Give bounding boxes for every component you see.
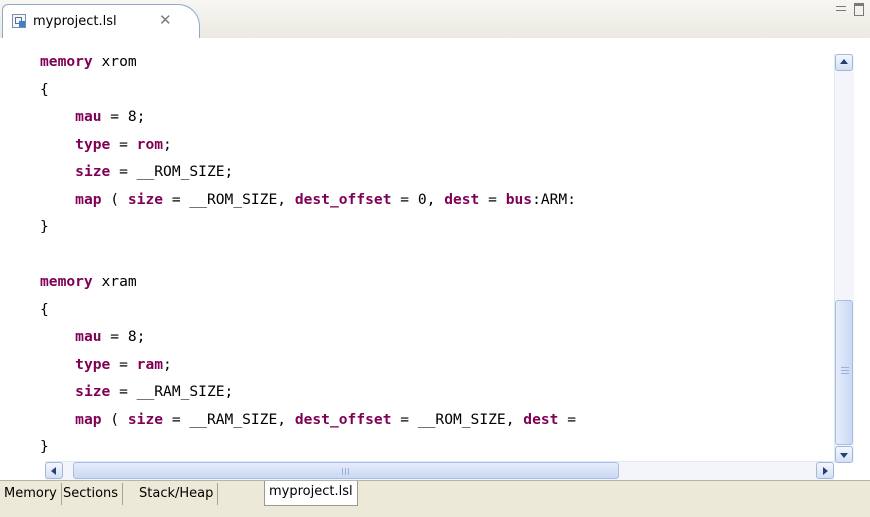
tab-memory[interactable]: Memory [0,483,62,505]
code-text: = 0, [391,190,445,208]
editor-tab-strip: myproject.lsl ✕ [0,0,870,39]
code-text: :ARM: [532,190,577,208]
code-keyword: memory [40,273,93,290]
code-text: ; [163,355,172,373]
code-text: = __RAM_SIZE, [163,410,295,428]
code-text: = 8; [101,328,146,345]
scroll-right-button[interactable] [816,462,834,479]
scroll-left-button[interactable] [45,462,63,479]
code-keyword: size [75,163,111,180]
chevron-right-icon [823,467,828,475]
code-line: } [40,213,828,241]
code-line: mau = 8; [40,103,828,131]
horizontal-scrollbar[interactable] [45,461,834,480]
code-text: } [40,438,49,455]
code-text: = __ROM_SIZE, [163,190,295,208]
code-line: type = rom; [40,131,828,159]
code-text: xrom [92,53,137,70]
code-keyword: type [75,355,111,373]
code-text: = __ROM_SIZE, [391,410,524,428]
tab-sections[interactable]: Sections [59,483,124,505]
vertical-scrollbar[interactable] [834,54,854,463]
code-keyword: size [127,410,164,428]
code-line: memory xrom [40,48,828,76]
vertical-scroll-thumb[interactable] [835,300,853,445]
scroll-up-button[interactable] [835,54,853,71]
code-keyword: bus [505,190,533,208]
code-line: map ( size = __RAM_SIZE, dest_offset = _… [40,406,828,434]
code-keyword: mau [75,108,102,125]
code-keyword: dest_offset [294,410,392,428]
code-text: { [40,80,49,98]
bottom-tab-bar: Memory Sections Stack/Heap myproject.lsl [0,480,870,517]
maximize-icon[interactable] [854,3,864,16]
chevron-down-icon [840,453,848,458]
grip-line [841,373,849,374]
code-line: memory xram [40,268,828,296]
code-line: { [40,76,828,104]
code-text: ( [101,410,128,428]
code-keyword: size [75,383,111,400]
code-keyword: dest [444,190,480,208]
grip-line [841,367,849,368]
code-keyword: mau [75,328,102,345]
tab-myproject-lsl[interactable]: myproject.lsl ✕ [2,4,200,38]
code-text: ; [163,135,172,153]
code-line: map ( size = __ROM_SIZE, dest_offset = 0… [40,186,828,214]
code-keyword: map [75,410,102,428]
code-text: = __ROM_SIZE; [110,163,234,180]
code-text: = [110,135,137,153]
code-text: { [40,300,49,318]
code-keyword: type [75,135,111,153]
code-keyword: dest [523,410,559,428]
tab-title: myproject.lsl [33,14,117,29]
code-text-area[interactable]: memory xrom { mau = 8; type = rom; size =… [40,48,828,458]
lsl-file-icon [12,14,26,28]
code-line: type = ram; [40,351,828,379]
code-line: size = __ROM_SIZE; [40,158,828,186]
code-keyword: rom [136,135,164,153]
chevron-up-icon [840,59,848,64]
code-text: = [110,355,137,373]
code-line: } [40,433,828,458]
code-text: = [558,410,577,428]
code-text: = 8; [101,108,146,125]
code-editor[interactable]: memory xrom { mau = 8; type = rom; size =… [0,38,870,480]
close-tab-icon[interactable]: ✕ [159,11,172,29]
tab-myproject-lsl-bottom[interactable]: myproject.lsl [264,481,358,506]
horizontal-scroll-thumb[interactable] [73,462,619,479]
code-keyword: map [75,190,102,208]
code-text: = [479,190,506,208]
grip-line [345,468,346,475]
tab-stack-heap[interactable]: Stack/Heap [135,483,219,505]
code-text: } [40,218,49,235]
code-keyword: memory [40,53,93,70]
code-keyword: ram [136,355,164,373]
code-keyword: dest_offset [294,190,392,208]
chevron-left-icon [51,467,56,475]
code-line: size = __RAM_SIZE; [40,378,828,406]
code-text: xram [92,273,137,290]
grip-line [841,370,849,371]
code-text: = __RAM_SIZE; [110,383,234,400]
code-keyword: size [127,190,164,208]
code-line: mau = 8; [40,323,828,351]
code-text: ( [101,190,128,208]
scroll-down-button[interactable] [835,446,853,463]
code-line: { [40,296,828,324]
minimize-icon[interactable] [836,6,846,11]
grip-line [348,468,349,475]
grip-line [342,468,343,475]
